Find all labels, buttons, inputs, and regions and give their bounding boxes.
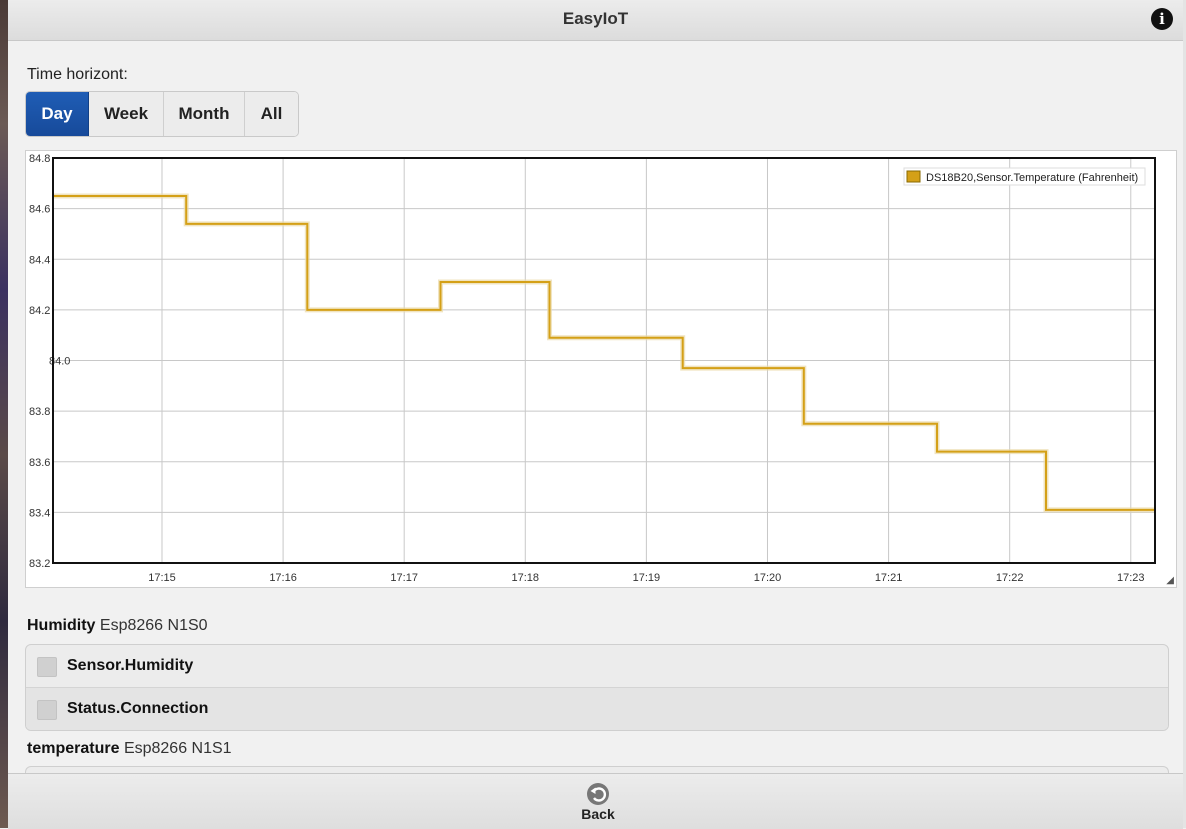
group-name: temperature [27, 740, 120, 757]
y-tick-label: 83.6 [29, 457, 50, 469]
y-tick-label: 84.8 [29, 153, 50, 165]
x-tick-label: 17:19 [633, 572, 661, 584]
group-title-temperature: temperature Esp8266 N1S1 [27, 740, 232, 758]
item-label: Status.Connection [67, 700, 209, 717]
resize-handle-icon[interactable]: ◢ [1166, 575, 1174, 586]
back-arrow-icon[interactable] [587, 783, 609, 805]
tab-all[interactable]: All [245, 92, 298, 136]
item-label: Sensor.Humidity [67, 657, 194, 674]
y-tick-label: 84.4 [29, 254, 50, 266]
background-strip [0, 0, 8, 828]
y-tick-label: 84.2 [29, 305, 50, 317]
x-tick-label: 17:15 [148, 572, 176, 584]
group-device: Esp8266 N1S0 [99, 617, 208, 634]
y-tick-label: 83.2 [29, 558, 50, 570]
page-title: EasyIoT [562, 9, 629, 28]
group-device: Esp8266 N1S1 [123, 740, 232, 757]
back-button[interactable]: Back [568, 806, 628, 822]
x-tick-label: 17:16 [269, 572, 297, 584]
tab-week[interactable]: Week [89, 92, 164, 136]
humidity-item-list: Sensor.Humidity Status.Connection [25, 644, 1169, 731]
info-icon[interactable]: i [1151, 8, 1173, 30]
temperature-chart: 84.8 84.6 84.4 84.2 84.0 83.8 83.6 83.4 83.2 17:1… [25, 150, 1177, 588]
item-checkbox[interactable] [37, 700, 57, 720]
item-checkbox[interactable] [37, 657, 57, 677]
group-name: Humidity [27, 617, 96, 634]
tab-month[interactable]: Month [164, 92, 245, 136]
x-tick-label: 17:17 [390, 572, 418, 584]
list-item[interactable]: Status.Connection [26, 688, 1168, 730]
x-tick-label: 17:20 [754, 572, 782, 584]
app-header: EasyIoT i [8, 0, 1183, 41]
legend-label: DS18B20,Sensor.Temperature (Fahrenheit) [926, 172, 1138, 184]
x-tick-label: 17:23 [1117, 572, 1145, 584]
time-horizon-label: Time horizont: [27, 66, 128, 83]
group-title-humidity: Humidity Esp8266 N1S0 [27, 617, 208, 635]
x-tick-label: 17:22 [996, 572, 1024, 584]
y-tick-label: 83.8 [29, 406, 50, 418]
tab-day[interactable]: Day [26, 92, 89, 136]
y-tick-label: 84.6 [29, 204, 50, 216]
chart-canvas: 84.884.684.484.284.083.883.683.483.217:1… [29, 153, 1156, 584]
time-horizon-selector: Day Week Month All [25, 91, 299, 137]
app-footer: Back [8, 773, 1183, 829]
x-tick-label: 17:21 [875, 572, 903, 584]
x-tick-label: 17:18 [512, 572, 540, 584]
y-tick-label: 83.4 [29, 507, 50, 519]
list-item[interactable]: Sensor.Humidity [26, 645, 1168, 688]
legend-swatch [906, 170, 921, 183]
